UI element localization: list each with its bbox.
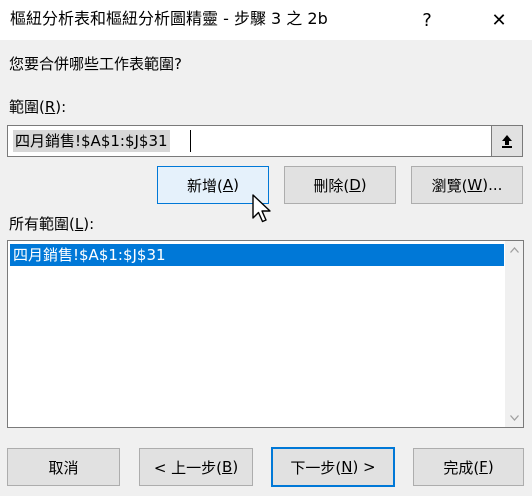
prompt-text: 您要合併哪些工作表範圍? <box>9 55 182 73</box>
window-title: 樞紐分析表和樞紐分析圖精靈 - 步驟 3 之 2b <box>10 9 328 28</box>
text-caret <box>190 130 191 152</box>
scroll-down-button[interactable] <box>505 409 523 427</box>
range-label: 範圍(R): <box>9 98 67 116</box>
cancel-button[interactable]: 取消 <box>7 448 120 486</box>
close-button[interactable]: ✕ <box>476 0 522 40</box>
collapse-dialog-button[interactable] <box>491 125 523 157</box>
range-input[interactable]: 四月銷售!$A$1:$J$31 <box>7 125 492 157</box>
title-bar: 樞紐分析表和樞紐分析圖精靈 - 步驟 3 之 2b ? ✕ <box>0 0 532 40</box>
help-button[interactable]: ? <box>404 0 450 40</box>
scroll-up-button[interactable] <box>505 241 523 259</box>
all-ranges-list[interactable]: 四月銷售!$A$1:$J$31 <box>7 240 524 428</box>
browse-button[interactable]: 瀏覽(W)... <box>411 166 523 204</box>
collapse-dialog-icon <box>502 135 512 148</box>
scroll-up-arrow-icon <box>509 247 519 253</box>
scroll-down-arrow-icon <box>509 415 519 421</box>
range-input-value[interactable]: 四月銷售!$A$1:$J$31 <box>13 130 170 152</box>
vertical-scrollbar[interactable] <box>505 241 523 427</box>
all-ranges-label: 所有範圍(L): <box>9 215 95 233</box>
mouse-pointer-icon <box>252 194 271 223</box>
back-button[interactable]: < 上一步(B) <box>139 448 253 486</box>
finish-button[interactable]: 完成(F) <box>413 448 524 486</box>
delete-button[interactable]: 刪除(D) <box>284 166 396 204</box>
next-button[interactable]: 下一步(N) > <box>271 447 395 487</box>
list-item[interactable]: 四月銷售!$A$1:$J$31 <box>10 244 504 266</box>
